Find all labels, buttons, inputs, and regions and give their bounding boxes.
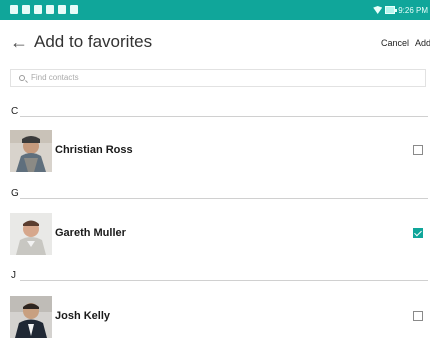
- app-header: ← Add to favorites Cancel Add: [0, 20, 430, 68]
- search-input[interactable]: Find contacts: [10, 69, 426, 87]
- notification-icon: [34, 5, 42, 14]
- cancel-button[interactable]: Cancel: [381, 38, 409, 48]
- status-right: 9:26 PM: [373, 4, 428, 16]
- notification-icon: [46, 5, 54, 14]
- contact-row[interactable]: Josh Kelly: [0, 294, 430, 342]
- section-label: G: [11, 188, 19, 199]
- contact-row[interactable]: Gareth Muller: [0, 211, 430, 259]
- search-placeholder: Find contacts: [31, 73, 79, 82]
- section-divider: [20, 198, 428, 199]
- section-label: C: [11, 106, 19, 117]
- wifi-icon: [373, 6, 383, 14]
- page-title: Add to favorites: [34, 32, 153, 51]
- status-bar: 9:26 PM: [0, 0, 430, 20]
- contact-row[interactable]: Christian Ross: [0, 128, 430, 176]
- add-button[interactable]: Add: [415, 38, 430, 48]
- search-icon: [19, 75, 25, 81]
- favorite-checkbox[interactable]: [413, 228, 423, 238]
- notification-icon: [22, 5, 30, 14]
- notification-icon: [10, 5, 18, 14]
- section-divider: [20, 280, 428, 281]
- contact-name: Christian Ross: [55, 144, 133, 156]
- section-divider: [20, 116, 428, 117]
- contact-name: Gareth Muller: [55, 227, 126, 239]
- status-time: 9:26 PM: [398, 5, 428, 15]
- avatar: [10, 130, 52, 172]
- notification-icon: [70, 5, 78, 14]
- section-label: J: [11, 270, 16, 281]
- favorite-checkbox[interactable]: [413, 311, 423, 321]
- avatar: [10, 213, 52, 255]
- back-arrow-icon[interactable]: ←: [10, 32, 30, 52]
- battery-icon: [385, 6, 398, 14]
- notification-icons: [10, 5, 78, 14]
- notification-icon: [58, 5, 66, 14]
- avatar: [10, 296, 52, 338]
- favorite-checkbox[interactable]: [413, 145, 423, 155]
- contact-name: Josh Kelly: [55, 310, 111, 322]
